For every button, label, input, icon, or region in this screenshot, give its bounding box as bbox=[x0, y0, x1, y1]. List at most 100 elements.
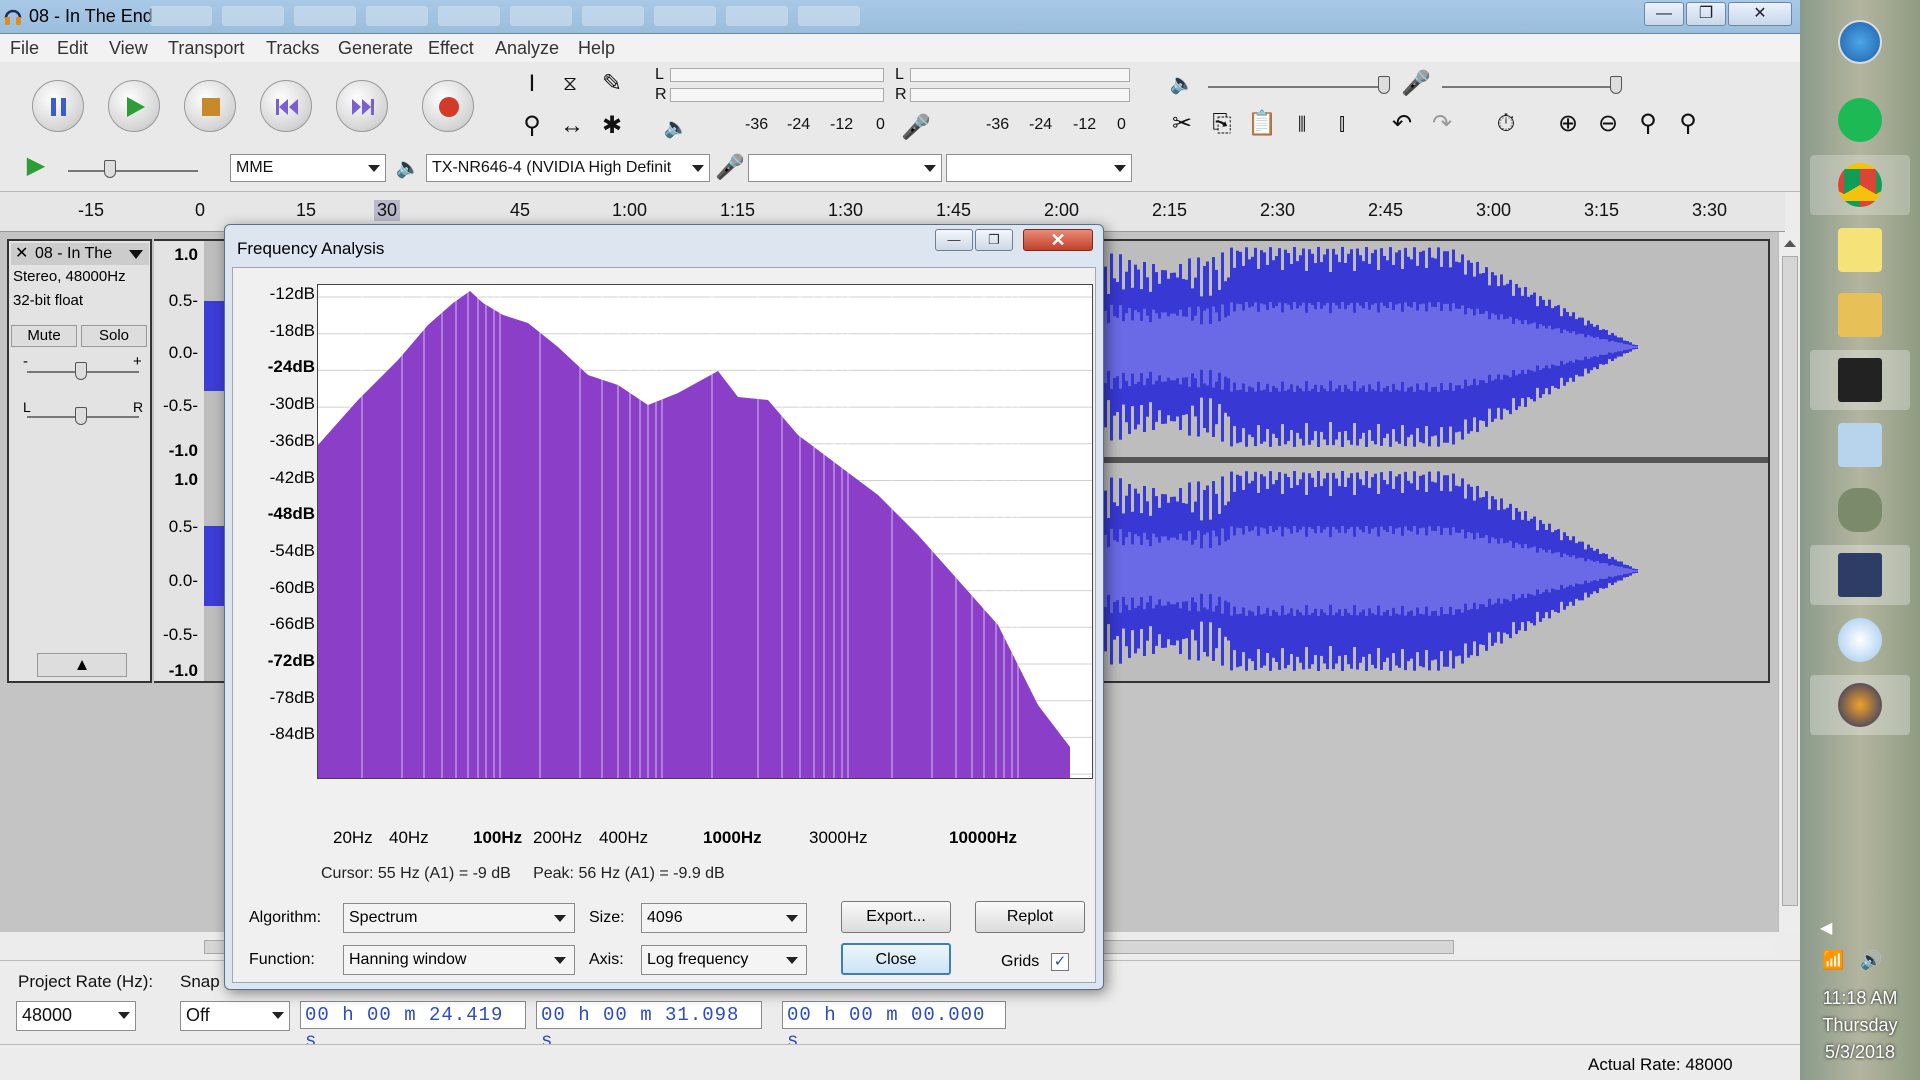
fit-selection-icon[interactable]: ⚲ bbox=[1632, 108, 1664, 140]
pan-thumb[interactable] bbox=[75, 407, 87, 425]
mute-button[interactable]: Mute bbox=[11, 325, 77, 347]
zoom-tool-icon[interactable]: ⚲ bbox=[516, 110, 548, 142]
play-button[interactable] bbox=[108, 80, 160, 132]
close-window-button[interactable]: ✕ bbox=[1728, 2, 1792, 26]
menu-help[interactable]: Help bbox=[578, 38, 615, 59]
grids-checkbox[interactable]: ✓ bbox=[1051, 953, 1069, 971]
zoom-in-icon[interactable]: ⊕ bbox=[1552, 108, 1584, 140]
project-rate-select[interactable]: 48000 bbox=[16, 1001, 136, 1031]
microphone-icon[interactable]: 🎤 bbox=[900, 112, 932, 144]
timeshift-tool-icon[interactable]: ↔ bbox=[556, 110, 588, 142]
menu-view[interactable]: View bbox=[109, 38, 148, 59]
undo-icon[interactable]: ↶ bbox=[1386, 108, 1418, 140]
dialog-maximize-button[interactable]: ❐ bbox=[975, 229, 1013, 251]
minimize-button[interactable]: — bbox=[1644, 2, 1684, 26]
skip-to-end-button[interactable] bbox=[336, 80, 388, 132]
snap-select[interactable]: Off bbox=[180, 1001, 290, 1031]
axis-select[interactable]: Log frequency bbox=[641, 945, 807, 975]
play-meter-left[interactable] bbox=[910, 68, 1130, 82]
stop-button[interactable] bbox=[184, 80, 236, 132]
export-button[interactable]: Export... bbox=[841, 901, 951, 933]
audio-host-select[interactable]: MME bbox=[230, 154, 386, 182]
folder-icon bbox=[1838, 293, 1882, 337]
track-menu-arrow-icon[interactable] bbox=[129, 250, 143, 259]
trim-icon[interactable]: ⫼ bbox=[1286, 108, 1318, 140]
replot-button[interactable]: Replot bbox=[975, 901, 1085, 933]
sync-lock-icon[interactable]: ⏱ bbox=[1490, 108, 1522, 140]
size-select[interactable]: 4096 bbox=[641, 903, 807, 933]
play-meter-right[interactable] bbox=[910, 88, 1130, 102]
menu-edit[interactable]: Edit bbox=[57, 38, 88, 59]
play-speed-slider[interactable] bbox=[68, 170, 198, 172]
cut-icon[interactable]: ✂ bbox=[1166, 108, 1198, 140]
solo-button[interactable]: Solo bbox=[81, 325, 147, 347]
fit-project-icon[interactable]: ⚲ bbox=[1672, 108, 1704, 140]
menu-generate[interactable]: Generate bbox=[338, 38, 413, 59]
recording-volume-slider[interactable] bbox=[1442, 86, 1622, 88]
close-button[interactable]: Close bbox=[841, 943, 951, 975]
taskbar-chrome[interactable] bbox=[1810, 155, 1910, 215]
vertical-scrollbar[interactable] bbox=[1778, 232, 1800, 932]
network-icon[interactable]: 📶 bbox=[1822, 950, 1844, 971]
taskbar-paint[interactable] bbox=[1810, 610, 1910, 670]
copy-icon[interactable]: ⎘ bbox=[1206, 108, 1238, 140]
draw-tool-icon[interactable]: ✎ bbox=[596, 68, 628, 100]
menu-transport[interactable]: Transport bbox=[168, 38, 244, 59]
rec-meter-right[interactable] bbox=[670, 88, 884, 102]
rec-meter-left[interactable] bbox=[670, 68, 884, 82]
speaker-icon[interactable]: 🔈 bbox=[660, 112, 692, 144]
close-track-icon[interactable]: ✕ bbox=[15, 243, 28, 265]
selection-end-time[interactable]: 00 h 00 m 31.098 s bbox=[536, 1001, 762, 1052]
function-select[interactable]: Hanning window bbox=[343, 945, 575, 975]
spectrum-plot[interactable] bbox=[317, 284, 1093, 779]
menu-analyze[interactable]: Analyze bbox=[495, 38, 559, 59]
scale-label: 0.0- bbox=[168, 343, 198, 362]
input-channels-select[interactable] bbox=[946, 154, 1132, 182]
collapse-track-button[interactable]: ▲ bbox=[37, 653, 127, 677]
vertical-scroll-thumb[interactable] bbox=[1782, 256, 1798, 906]
input-device-select[interactable] bbox=[748, 154, 942, 182]
taskbar-audacity[interactable] bbox=[1810, 675, 1910, 735]
taskbar-file-explorer[interactable] bbox=[1810, 285, 1910, 345]
record-button[interactable] bbox=[422, 80, 474, 132]
taskbar-clock[interactable]: 11:18 AM Thursday 5/3/2018 bbox=[1800, 985, 1920, 1066]
dialog-close-x-button[interactable]: ✕ bbox=[1023, 229, 1093, 251]
dialog-minimize-button[interactable]: — bbox=[935, 229, 973, 251]
play-speed-thumb[interactable] bbox=[104, 160, 116, 178]
start-button[interactable] bbox=[1810, 12, 1910, 72]
tray-expand-icon[interactable]: ◀ bbox=[1820, 918, 1832, 938]
taskbar-spotify[interactable] bbox=[1810, 90, 1910, 150]
multi-tool-icon[interactable]: ✱ bbox=[596, 110, 628, 142]
paste-icon[interactable]: 📋 bbox=[1246, 108, 1278, 140]
taskbar-mouse-app[interactable] bbox=[1810, 480, 1910, 540]
pause-button[interactable] bbox=[32, 80, 84, 132]
audio-position-time[interactable]: 00 h 00 m 00.000 s bbox=[782, 1001, 1006, 1052]
selection-tool-icon[interactable]: I bbox=[516, 68, 548, 100]
taskbar-wintoys[interactable] bbox=[1810, 545, 1910, 605]
silence-icon[interactable]: ⫿ bbox=[1326, 108, 1358, 140]
ruler-tick: 2:00 bbox=[1044, 200, 1080, 220]
playback-volume-slider[interactable] bbox=[1208, 86, 1388, 88]
zoom-out-icon[interactable]: ⊖ bbox=[1592, 108, 1624, 140]
track-name-menu[interactable]: ✕ 08 - In The bbox=[11, 243, 149, 265]
redo-icon[interactable]: ↷ bbox=[1426, 108, 1458, 140]
maximize-button[interactable]: ❐ bbox=[1686, 2, 1726, 26]
menu-effect[interactable]: Effect bbox=[428, 38, 474, 59]
gain-thumb[interactable] bbox=[75, 362, 87, 380]
menu-tracks[interactable]: Tracks bbox=[266, 38, 319, 59]
amplitude-scale: 1.0 0.5- 0.0- -0.5- -1.0 1.0 0.5- 0.0- -… bbox=[154, 239, 204, 683]
algorithm-select[interactable]: Spectrum bbox=[343, 903, 575, 933]
waveform-display[interactable] bbox=[1098, 239, 1770, 683]
skip-to-start-button[interactable] bbox=[260, 80, 312, 132]
selection-start-time[interactable]: 00 h 00 m 24.419 s bbox=[300, 1001, 526, 1052]
recording-volume-thumb[interactable] bbox=[1610, 76, 1622, 94]
menu-file[interactable]: File bbox=[10, 38, 39, 59]
taskbar-audio-wave-app[interactable] bbox=[1810, 350, 1910, 410]
output-device-select[interactable]: TX-NR646-4 (NVIDIA High Definit bbox=[426, 154, 710, 182]
taskbar-sticky-notes[interactable] bbox=[1810, 220, 1910, 280]
taskbar-calculator[interactable] bbox=[1810, 415, 1910, 475]
playback-volume-thumb[interactable] bbox=[1378, 76, 1390, 94]
play-at-speed-icon[interactable]: ▶ bbox=[20, 150, 52, 182]
volume-tray-icon[interactable]: 🔊 bbox=[1860, 950, 1882, 971]
envelope-tool-icon[interactable]: ⧖ bbox=[554, 68, 586, 100]
